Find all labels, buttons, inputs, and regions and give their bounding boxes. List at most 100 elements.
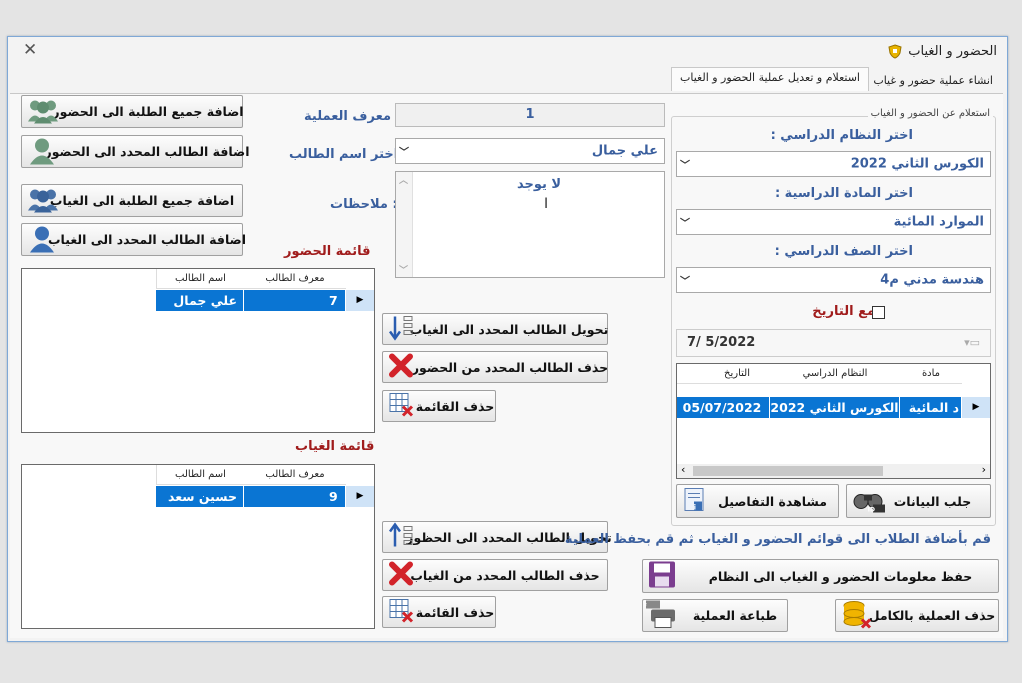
- add-all-absent-label: اضافة جميع الطلبة الى الغياب: [49, 193, 235, 208]
- delete-operation-label: حذف العملية بالكامل: [868, 608, 996, 623]
- with-date-label: مع التاريخ: [812, 304, 875, 319]
- add-selected-absent-label: اضافة الطالب المحدد الى الغياب: [47, 232, 247, 247]
- svg-text:ID: ID: [868, 507, 875, 513]
- attendance-grid[interactable]: معرف الطالب اسم الطالب ▶ 7 علي جمال: [21, 268, 375, 433]
- tab-panel: استعلام عن الحضور و الغياب اختر النظام ا…: [10, 93, 1003, 638]
- subject-combo[interactable]: ﹀ الموارد المائية: [676, 209, 991, 235]
- scroll-down-icon[interactable]: ﹀: [399, 263, 408, 276]
- system-combo[interactable]: ﹀ الكورس الثاني 2022: [676, 151, 991, 177]
- add-all-absent-button[interactable]: اضافة جميع الطلبة الى الغياب: [21, 184, 243, 217]
- grid-corner: [962, 364, 990, 384]
- absence-list-title: قائمة الغياب: [295, 439, 375, 454]
- student-combo[interactable]: ﹀ علي جمال: [395, 138, 665, 164]
- notes-textarea[interactable]: ︿ ﹀ لا يوجد I: [395, 171, 665, 278]
- subject-label: اختر المادة الدراسية :: [774, 186, 913, 201]
- move-up-list-icon: [388, 522, 416, 552]
- chevron-down-icon: ﹀: [399, 147, 409, 159]
- result-cell-date[interactable]: 05/07/2022: [677, 397, 770, 418]
- users-group-icon: [26, 186, 60, 215]
- save-attendance-label: حفظ معلومات الحضور و الغياب الى النظام: [708, 568, 973, 584]
- chevron-down-icon: ﹀: [680, 160, 690, 172]
- class-value: هندسة مدني م4: [880, 272, 984, 288]
- move-down-list-icon: [388, 315, 416, 344]
- fetch-data-label: جلب البيانات: [893, 493, 972, 509]
- add-all-present-button[interactable]: اضافة جميع الطلبة الى الحضور: [21, 95, 244, 128]
- subject-value: الموارد المائية: [893, 214, 984, 230]
- delete-present-list-button[interactable]: حذف القائمة: [382, 390, 496, 422]
- with-date-checkbox[interactable]: [872, 306, 885, 319]
- grid-corner: [346, 465, 374, 485]
- col-header-student-id[interactable]: معرف الطالب: [244, 465, 346, 485]
- calendar-dropdown-icon[interactable]: ▭▾: [964, 336, 980, 349]
- save-attendance-button[interactable]: حفظ معلومات الحضور و الغياب الى النظام: [642, 559, 999, 593]
- query-group-legend: استعلام عن الحضور و الغياب: [867, 108, 993, 119]
- student-label: : اختر اسم الطالب: [289, 147, 408, 162]
- delete-operation-button[interactable]: حذف العملية بالكامل: [835, 599, 999, 632]
- delete-from-absent-label: حذف الطالب المحدد من الغياب: [410, 567, 600, 583]
- result-cell-system[interactable]: الكورس الثاني 2022: [770, 397, 900, 418]
- result-cell-subject[interactable]: د المائية: [900, 397, 962, 418]
- fetch-data-button[interactable]: ID جلب البيانات: [846, 484, 991, 518]
- attendance-window: الحضور و الغياب ✕ انشاء عملية حضور و غيا…: [7, 36, 1008, 642]
- close-icon[interactable]: ✕: [23, 40, 37, 60]
- delete-absent-list-button[interactable]: حذف القائمة: [382, 596, 496, 628]
- delete-from-present-label: حذف الطالب المحدد من الحضور: [411, 359, 609, 375]
- absence-cell-name[interactable]: حسين سعد: [156, 486, 244, 507]
- delete-table-icon: [388, 598, 414, 627]
- attendance-list-title: قائمة الحضور: [284, 244, 371, 259]
- horizontal-scrollbar[interactable]: ‹ ›: [677, 463, 990, 478]
- window-title: الحضور و الغياب: [908, 44, 997, 59]
- row-selector-icon[interactable]: ▶: [962, 397, 990, 418]
- col-header-subject[interactable]: مادة: [900, 364, 962, 384]
- add-selected-present-button[interactable]: اضافة الطالب المحدد الى الحضور: [21, 135, 249, 168]
- move-to-absent-button[interactable]: تحويل الطالب المحدد الى الغياب: [382, 313, 608, 345]
- scroll-right-icon[interactable]: ›: [982, 463, 986, 476]
- tab-create-operation[interactable]: انشاء عملية حضور و غياب: [865, 71, 1001, 90]
- scroll-left-icon[interactable]: ‹: [681, 463, 685, 476]
- notes-scrollbar[interactable]: ︿ ﹀: [396, 172, 413, 277]
- col-header-student-name[interactable]: اسم الطالب: [156, 269, 244, 289]
- document-info-icon: i: [683, 487, 707, 516]
- row-selector-icon[interactable]: ▶: [346, 486, 374, 507]
- delete-from-absent-button[interactable]: حذف الطالب المحدد من الغياب: [382, 559, 608, 591]
- system-label: اختر النظام الدراسي :: [770, 128, 913, 143]
- add-all-present-label: اضافة جميع الطلبة الى الحضور: [52, 104, 244, 119]
- col-header-student-id[interactable]: معرف الطالب: [244, 269, 346, 289]
- chevron-down-icon: ﹀: [680, 218, 690, 230]
- svg-text:i: i: [694, 504, 696, 512]
- attendance-cell-name[interactable]: علي جمال: [156, 290, 244, 311]
- col-header-date[interactable]: التاريخ: [677, 364, 770, 384]
- scrollbar-thumb[interactable]: [693, 466, 883, 476]
- row-selector-icon[interactable]: ▶: [346, 290, 374, 311]
- delete-present-list-label: حذف القائمة: [415, 398, 495, 414]
- tab-query-operation[interactable]: استعلام و تعديل عملية الحضور و الغياب: [671, 67, 869, 91]
- database-delete-icon: [842, 599, 872, 632]
- absence-cell-id[interactable]: 9: [244, 486, 346, 507]
- operation-id-label: : معرف العملية: [304, 109, 401, 124]
- save-floppy-icon: [647, 561, 677, 592]
- view-details-button[interactable]: i مشاهدة التفاصيل: [676, 484, 839, 518]
- window-title-bar: الحضور و الغياب: [888, 44, 997, 59]
- delete-table-icon: [388, 392, 414, 421]
- notes-value: لا يوجد: [517, 177, 562, 192]
- attendance-cell-id[interactable]: 7: [244, 290, 346, 311]
- results-grid[interactable]: مادة النظام الدراسي التاريخ ▶ د المائية …: [676, 363, 991, 479]
- binoculars-icon: ID: [853, 487, 887, 516]
- add-selected-absent-button[interactable]: اضافة الطالب المحدد الى الغياب: [21, 223, 247, 256]
- print-operation-label: طباعة العملية: [692, 608, 778, 623]
- delete-from-present-button[interactable]: حذف الطالب المحدد من الحضور: [382, 351, 608, 383]
- col-header-system[interactable]: النظام الدراسي: [770, 364, 900, 384]
- class-label: اختر الصف الدراسي :: [774, 244, 913, 259]
- class-combo[interactable]: ﹀ هندسة مدني م4: [676, 267, 991, 293]
- chevron-down-icon: ﹀: [680, 276, 690, 288]
- col-header-student-name[interactable]: اسم الطالب: [156, 465, 244, 485]
- absence-grid[interactable]: معرف الطالب اسم الطالب ▶ 9 حسين سعد: [21, 464, 375, 629]
- date-picker[interactable]: 7/ 5/2022 ▭▾: [676, 329, 991, 357]
- delete-absent-list-label: حذف القائمة: [415, 604, 495, 620]
- system-value: الكورس الثاني 2022: [850, 156, 984, 172]
- user-icon: [28, 136, 56, 167]
- users-group-icon: [26, 97, 60, 126]
- print-operation-button[interactable]: PDF طباعة العملية: [634, 599, 788, 632]
- scroll-up-icon[interactable]: ︿: [399, 173, 408, 186]
- add-selected-present-label: اضافة الطالب المحدد الى الحضور: [44, 144, 250, 159]
